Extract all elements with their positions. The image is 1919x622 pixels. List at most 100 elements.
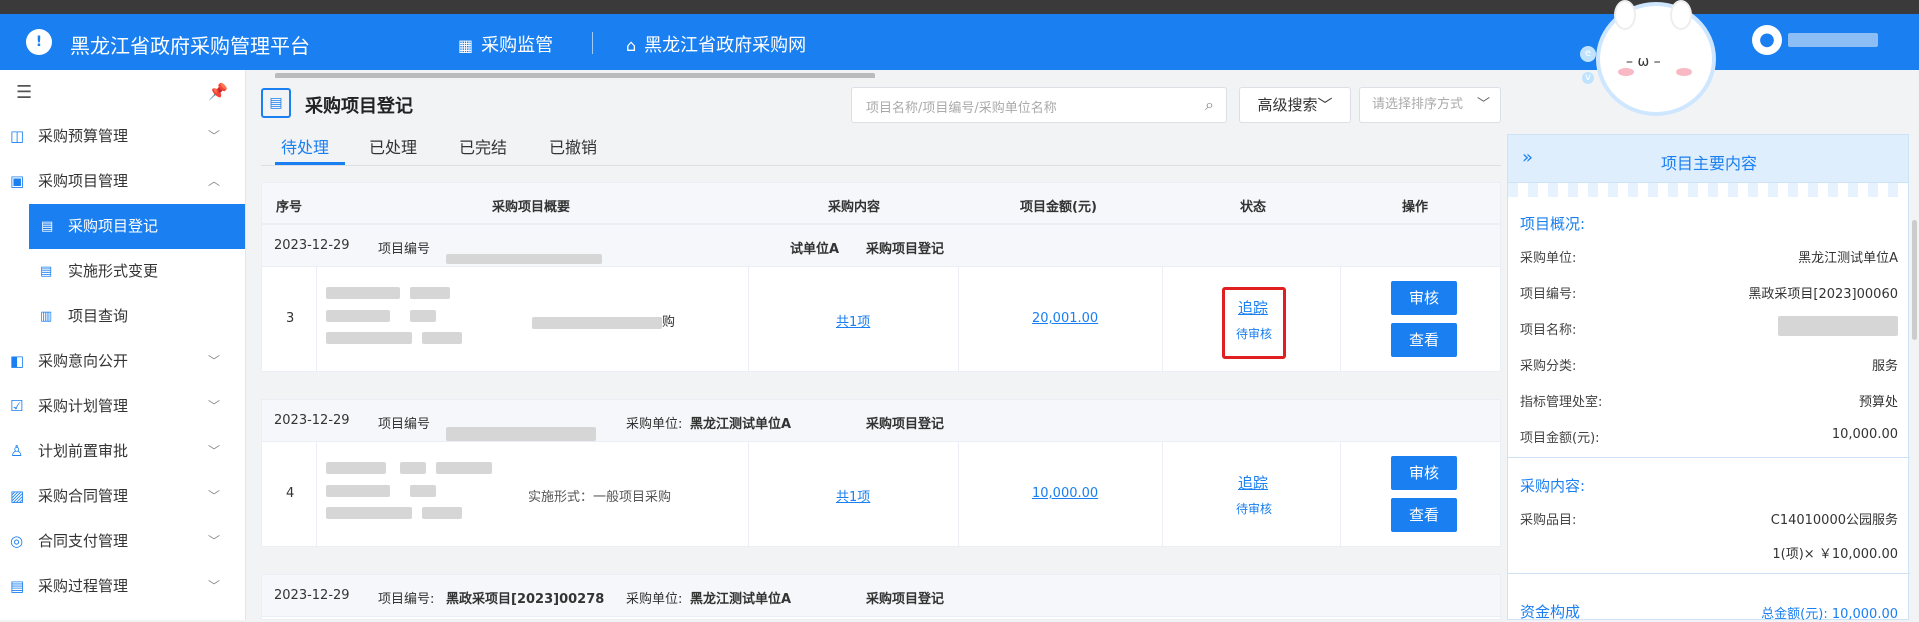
chevron-down-icon: ﹀	[208, 399, 221, 413]
sidebar-item-contract[interactable]: ▨ 采购合同管理 ﹀	[0, 474, 245, 519]
row-code-label: 项目编号	[378, 417, 431, 432]
table-row-group: 2023-12-29 项目编号: 黑政采项目[2023]00278 采购单位: …	[261, 574, 1501, 620]
chevron-up-icon: ︿	[208, 174, 221, 188]
megaphone-icon: ◧	[10, 352, 25, 370]
amount-link[interactable]: 20,001.00	[1032, 311, 1098, 326]
status-badge: 待审核	[1236, 502, 1273, 516]
nav-procurement-site[interactable]: ⌂ 黑龙江省政府采购网	[626, 31, 806, 57]
sidebar-item-project[interactable]: ▣ 采购项目管理 ︿	[0, 159, 245, 204]
grid-icon: ▦	[458, 36, 474, 55]
row-code: 黑政采项目[2023]00278	[446, 592, 605, 607]
sidebar-item-project-query[interactable]: ▥ 项目查询	[0, 294, 245, 339]
sort-select[interactable]: 请选择排序方式 ﹀	[1359, 87, 1501, 123]
sidebar-item-intent[interactable]: ◧ 采购意向公开 ﹀	[0, 339, 245, 384]
overview-row: 项目编号: 黑政采项目[2023]00060	[1520, 287, 1898, 302]
content-link[interactable]: 共1项	[836, 486, 870, 505]
col-actions: 操作	[1402, 200, 1429, 215]
pin-icon[interactable]: 📌	[208, 82, 228, 101]
cell-divider	[316, 267, 317, 371]
sidebar-item-plan[interactable]: ☑ 采购计划管理 ﹀	[0, 384, 245, 429]
overview-row: 指标管理处室: 预算处	[1520, 395, 1898, 410]
review-button[interactable]: 审核	[1391, 281, 1457, 315]
sidebar-item-project-register[interactable]: ▤ 采购项目登记	[29, 204, 245, 249]
right-panel: » 项目主要内容 项目概况: 采购单位: 黑龙江测试单位A 项目编号: 黑政采项目[…	[1507, 134, 1910, 622]
row-summary-blurred	[326, 285, 462, 344]
cell-divider	[958, 267, 959, 371]
row-date: 2023-12-29	[274, 413, 350, 428]
search-icon[interactable]: ⌕	[1205, 95, 1214, 115]
nav-supervision[interactable]: ▦ 采购监管	[458, 31, 553, 57]
stamp-icon: ♙	[10, 442, 24, 460]
section-divider	[1508, 573, 1910, 574]
advanced-search-button[interactable]: 高级搜索﹀	[1239, 87, 1351, 123]
tab-revoked[interactable]: 已撤销	[549, 134, 597, 158]
chevron-down-icon: ﹀	[208, 354, 221, 368]
tab-pending[interactable]: 待处理	[281, 134, 329, 158]
mascot-blush	[1618, 68, 1634, 76]
content-link[interactable]: 共1项	[836, 311, 870, 330]
right-panel-title: 项目主要内容	[1660, 154, 1757, 173]
mascot-ear	[1670, 0, 1692, 30]
tab-completed[interactable]: 已完结	[459, 134, 507, 158]
contract-icon: ▨	[10, 487, 25, 505]
overview-row: 项目金额(元): 10,000.00	[1520, 427, 1898, 446]
tab-processed[interactable]: 已处理	[369, 134, 417, 158]
mascot-face: – ω –	[1626, 54, 1661, 70]
project-name-blurred	[1778, 316, 1898, 336]
track-link[interactable]: 追踪	[1238, 297, 1268, 318]
cell-divider	[958, 442, 959, 546]
review-button[interactable]: 审核	[1391, 456, 1457, 490]
menu-icon[interactable]: ☰	[16, 82, 32, 103]
sidebar-item-payment[interactable]: ◎ 合同支付管理 ﹀	[0, 519, 245, 564]
section-divider	[1508, 457, 1910, 458]
sidebar-item-process[interactable]: ▤ 采购过程管理 ﹀	[0, 564, 245, 609]
doc-icon: ▤	[40, 264, 53, 279]
app-title: 黑龙江省政府采购管理平台	[70, 34, 310, 58]
chevron-down-icon: ﹀	[208, 579, 221, 593]
bubble-icon: e	[1580, 46, 1596, 62]
col-summary: 采购项目概要	[492, 200, 571, 215]
chevron-down-icon: ﹀	[208, 489, 221, 503]
sidebar-item-budget[interactable]: ◫ 采购预算管理 ﹀	[0, 114, 245, 159]
scrollbar[interactable]	[1912, 220, 1917, 340]
col-amount: 项目金额(元)	[1020, 200, 1097, 215]
cell-divider	[748, 267, 749, 371]
table-row-group: 2023-12-29 项目编号 试单位A 采购项目登记 3 购 共1项 20,0…	[261, 224, 1501, 372]
view-button[interactable]: 查看	[1391, 323, 1457, 357]
col-status: 状态	[1240, 200, 1267, 215]
user-avatar-icon[interactable]: ●	[1752, 25, 1782, 55]
sidebar-top: ☰ 📌	[0, 70, 245, 114]
row-index: 4	[286, 486, 295, 501]
cell-divider	[1162, 267, 1163, 371]
cell-divider	[1340, 267, 1341, 371]
view-button[interactable]: 查看	[1391, 498, 1457, 532]
chevron-down-icon: ﹀	[208, 129, 221, 143]
row-date: 2023-12-29	[274, 238, 350, 253]
breadcrumb-blurred	[275, 73, 875, 78]
row-unit: 黑龙江测试单位A	[690, 592, 792, 607]
bubble-icon: v	[1582, 72, 1594, 84]
calendar-icon: ☑	[10, 397, 24, 415]
nav-divider	[592, 32, 593, 54]
track-link[interactable]: 追踪	[1238, 472, 1268, 493]
table-row-group: 2023-12-29 项目编号 采购单位: 黑龙江测试单位A 采购项目登记 4 …	[261, 399, 1501, 547]
item-row: 采购品目: C14010000公园服务	[1520, 513, 1898, 528]
group-header: 2023-12-29 项目编号: 黑政采项目[2023]00278 采购单位: …	[262, 575, 1500, 617]
row-type: 采购项目登记	[866, 417, 945, 432]
sidebar-item-form-change[interactable]: ▤ 实施形式变更	[0, 249, 245, 294]
breadcrumb	[275, 70, 875, 78]
folder-icon: ▣	[10, 172, 25, 190]
sidebar-item-pre-approval[interactable]: ♙ 计划前置审批 ﹀	[0, 429, 245, 474]
row-unit: 黑龙江测试单位A	[690, 417, 792, 432]
decorative-wave	[1508, 183, 1908, 197]
cell-divider	[1340, 442, 1341, 546]
main-content: ▤ 采购项目登记 项目名称/项目编号/采购单位名称 ⌕ 高级搜索﹀ 请选择排序方…	[247, 70, 1503, 620]
group-body: 3 购 共1项 20,001.00 追踪 待审核 审核 查看	[262, 267, 1500, 371]
mascot-ear	[1614, 0, 1636, 30]
overview-row: 采购分类: 服务	[1520, 359, 1898, 374]
register-icon: ▤	[261, 88, 291, 118]
fund-title: 资金构成	[1520, 603, 1581, 621]
search-input[interactable]: 项目名称/项目编号/采购单位名称 ⌕	[851, 87, 1227, 123]
amount-link[interactable]: 10,000.00	[1032, 486, 1098, 501]
chevron-down-icon: ﹀	[1317, 96, 1333, 114]
